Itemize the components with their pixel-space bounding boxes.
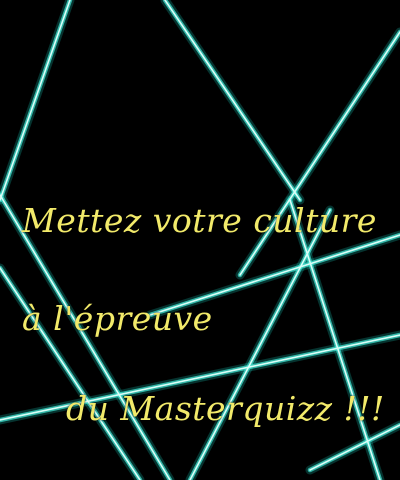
slogan-line-2: à l'épreuve — [22, 299, 213, 338]
slogan-line-3: du Masterquizz !!! — [66, 389, 385, 428]
laser-beam-10-core — [309, 424, 400, 471]
laser-beam-2-core — [164, 0, 301, 201]
laser-beam-1-core — [0, 0, 71, 201]
slogan-line-1: Mettez votre culture — [22, 201, 377, 240]
poster-canvas: Mettez votre culture à l'épreuve du Mast… — [0, 0, 400, 480]
